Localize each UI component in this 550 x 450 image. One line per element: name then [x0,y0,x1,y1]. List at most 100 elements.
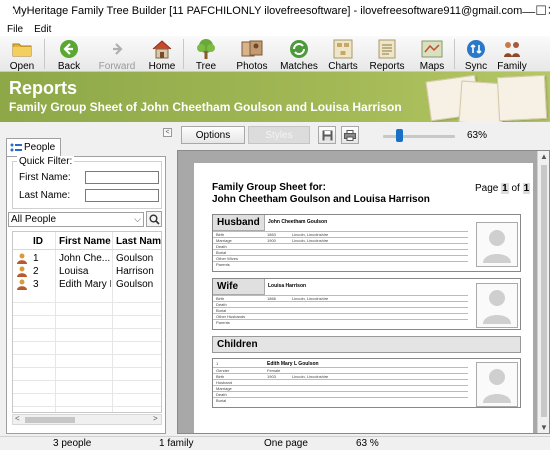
matches-icon [288,38,310,60]
status-bar: 3 people 1 family One page 63 % [0,436,550,450]
status-family-count: 1 family [159,438,194,449]
last-name-input[interactable] [85,189,159,202]
quick-filter-legend: Quick Filter: [17,156,75,167]
back-arrow-icon [58,38,80,60]
tree-icon [195,38,217,60]
person-silhouette-icon [483,369,511,403]
family-button[interactable]: Family [497,36,527,72]
scrollbar-thumb[interactable] [541,165,547,417]
print-button[interactable] [341,126,359,144]
maps-icon [421,38,443,60]
open-button[interactable]: Open [0,36,44,72]
window-title: MyHeritage Family Tree Builder [11 PAFCH… [12,5,523,17]
table-row[interactable]: 1 John Che... Goulson [13,252,161,265]
charts-icon [332,38,354,60]
tab-people[interactable]: People [6,138,61,156]
tree-button[interactable]: Tree [184,36,228,72]
preview-vertical-scrollbar[interactable]: ▲ ▼ [537,151,549,433]
people-panel: < People Quick Filter: First Name: Last … [0,124,172,434]
minimize-button[interactable]: — [522,0,535,22]
maps-button[interactable]: Maps [410,36,454,72]
search-icon [149,214,160,225]
cell-last-name: Goulson [116,279,154,290]
chevron-down-icon: ⌵ [134,214,141,224]
scroll-right-icon[interactable]: > [153,414,158,423]
report-preview: Family Group Sheet for: John Cheetham Go… [177,150,550,434]
styles-button[interactable]: Styles [248,126,310,144]
sync-icon [465,38,487,60]
cell-id: 2 [33,266,39,277]
table-row[interactable]: 3 Edith Mary L. Goulson [13,278,161,291]
home-button[interactable]: Home [141,36,183,72]
person-silhouette-icon [483,230,511,263]
maximize-button[interactable]: ☐ [535,0,547,22]
back-button[interactable]: Back [45,36,93,72]
page-indicator: Page 1 of 1 [475,183,531,194]
forward-button[interactable]: Forward [93,36,141,72]
main-toolbar: Open Back Forward Home Tree Photos Match… [0,36,550,72]
cell-first-name: John Che... [59,253,111,264]
reports-icon [376,38,398,60]
photos-button[interactable]: Photos [228,36,276,72]
zoom-percentage: 63% [467,130,488,141]
grid-empty-rows [13,290,161,412]
quick-filter-group: Quick Filter: First Name: Last Name: [12,156,162,209]
person-icon [17,266,27,277]
wife-name: Louisa Harrison [268,283,307,289]
cell-first-name: Edith Mary L. [59,279,111,290]
scrollbar-thumb[interactable] [25,417,75,423]
wife-section: Wife Louisa Harrison Birth 1866 Lincoln,… [212,278,521,330]
menu-bar: File Edit [0,22,550,36]
people-grid: ^ ID First Name Last Name 1 John Che... … [12,231,162,413]
menu-edit[interactable]: Edit [34,24,51,35]
decorative-report-image [496,74,548,122]
scroll-down-icon[interactable]: ▼ [540,423,548,432]
banner-subtitle: Family Group Sheet of John Cheetham Goul… [9,100,402,114]
grid-header: ^ ID First Name Last Name [13,231,161,250]
sort-indicator-icon: ^ [17,231,22,236]
save-report-button[interactable] [318,126,336,144]
report-page: Family Group Sheet for: John Cheetham Go… [194,163,533,433]
child-photo-placeholder[interactable] [476,362,518,407]
zoom-slider-track[interactable] [383,135,455,138]
first-name-input[interactable] [85,171,159,184]
person-silhouette-icon [483,290,511,324]
column-header-last-name[interactable]: Last Name [116,236,161,247]
tab-people-label: People [24,142,56,153]
scroll-left-icon[interactable]: < [15,414,20,423]
cell-id: 3 [33,279,39,290]
husband-section: Husband John Cheetham Goulson Birth 1863… [212,214,521,272]
sync-button[interactable]: Sync [455,36,497,72]
search-button[interactable] [146,211,162,227]
people-filter-select[interactable]: All People ⌵ [8,212,144,227]
forward-arrow-icon [106,38,128,60]
cell-first-name: Louisa [59,266,89,277]
scroll-up-icon[interactable]: ▲ [540,152,548,161]
wife-header: Wife [213,279,265,295]
options-button[interactable]: Options [181,126,245,144]
family-icon [501,38,523,60]
grid-horizontal-scrollbar[interactable]: < > [12,414,162,425]
last-name-label: Last Name: [19,190,71,201]
charts-button[interactable]: Charts [322,36,364,72]
husband-photo-placeholder[interactable] [476,222,518,267]
home-icon [151,38,173,60]
menu-file[interactable]: File [7,24,23,35]
report-panel: Options Styles 63% Family Group Sheet fo… [175,124,550,434]
column-header-first-name[interactable]: First Name [59,236,111,247]
reports-button[interactable]: Reports [364,36,410,72]
matches-button[interactable]: Matches [276,36,322,72]
person-icon [17,253,27,264]
people-filter-value: All People [11,214,57,225]
cell-id: 1 [33,253,39,264]
husband-header: Husband [213,215,265,231]
cell-last-name: Goulson [116,253,154,264]
children-header: Children [212,336,521,353]
wife-photo-placeholder[interactable] [476,283,518,328]
printer-icon [344,129,356,141]
column-header-id[interactable]: ID [33,236,43,247]
zoom-slider-thumb[interactable] [395,129,403,142]
collapse-panel-button[interactable]: < [163,128,172,137]
save-icon [322,130,332,140]
table-row[interactable]: 2 Louisa Harrison [13,265,161,278]
